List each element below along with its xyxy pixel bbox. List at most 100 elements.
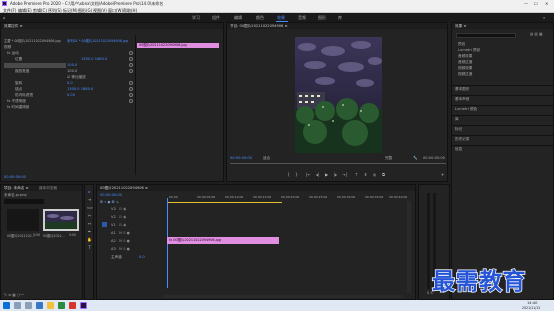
razor-tool-icon[interactable]: ✂ bbox=[87, 213, 92, 218]
go-to-in-icon[interactable]: |← bbox=[305, 172, 312, 177]
quality-dropdown[interactable]: 完整 bbox=[385, 156, 392, 161]
section-history[interactable]: 历史记录 bbox=[455, 137, 469, 142]
app-icon[interactable] bbox=[69, 302, 76, 309]
section-libraries[interactable]: 库 bbox=[455, 117, 459, 122]
folder-audio-transitions[interactable]: 音频过渡 bbox=[458, 60, 472, 65]
anti-flicker-value[interactable]: 0.00 bbox=[67, 93, 75, 97]
timeline-hscroll[interactable] bbox=[163, 295, 403, 298]
project-item-1[interactable] bbox=[7, 209, 39, 231]
track-v1[interactable]: V1 bbox=[111, 223, 116, 227]
folder-video-effects[interactable]: 视频效果 bbox=[458, 66, 472, 71]
track-a1[interactable]: A1 bbox=[111, 231, 116, 235]
mark-out-icon[interactable]: } bbox=[293, 172, 300, 177]
project-item-2[interactable] bbox=[43, 209, 79, 231]
uniform-scale-checkbox[interactable]: ☑ 等比缩放 bbox=[67, 75, 86, 80]
ripple-edit-tool-icon[interactable]: ⟺ bbox=[87, 205, 93, 210]
section-lumetri-color[interactable]: Lumetri 颜色 bbox=[455, 107, 477, 112]
time-remap-effect[interactable]: fx 时间重映射 bbox=[7, 105, 30, 110]
app-icon[interactable] bbox=[58, 302, 65, 309]
master-value[interactable]: 0.0 bbox=[139, 255, 145, 259]
workspace-learn[interactable]: 学习 bbox=[192, 15, 200, 21]
clock-date[interactable]: 2021/11/12 bbox=[522, 306, 540, 310]
effect-clip-bar[interactable]: 00图片20211022094906.jpg bbox=[137, 43, 219, 48]
scale-width-value[interactable]: 100.0 bbox=[67, 69, 77, 73]
folder-audio-effects[interactable]: 音频效果 bbox=[458, 54, 472, 59]
pen-tool-icon[interactable]: ✒ bbox=[87, 229, 92, 234]
minimize-button[interactable]: — bbox=[524, 1, 528, 6]
effects-search-input[interactable] bbox=[456, 33, 516, 38]
tab-project[interactable]: 项目: 未命名 ≡ bbox=[4, 186, 28, 191]
opacity-effect[interactable]: fx 不透明度 bbox=[7, 99, 26, 104]
task-view-icon[interactable] bbox=[25, 302, 32, 309]
start-icon[interactable] bbox=[3, 302, 10, 309]
type-tool-icon[interactable]: T bbox=[87, 245, 92, 250]
sequence-clip-label[interactable]: 序列01 * 00图片20211022094906.jpg bbox=[67, 38, 128, 43]
reset-anti-flicker-icon[interactable] bbox=[129, 93, 133, 97]
track-v3[interactable]: V3 bbox=[111, 207, 116, 211]
reset-position-icon[interactable] bbox=[129, 57, 133, 61]
track-v2[interactable]: V2 bbox=[111, 215, 116, 219]
wrench-icon[interactable]: 🔧 bbox=[413, 156, 417, 160]
program-scrubber[interactable] bbox=[230, 163, 446, 164]
search-icon[interactable]: ⌕ bbox=[543, 15, 545, 20]
folder-lumetri-presets[interactable]: Lumetri 预设 bbox=[458, 48, 480, 53]
reset-opacity-icon[interactable] bbox=[129, 99, 133, 103]
tab-effects[interactable]: 效果 ≡ bbox=[455, 24, 466, 29]
folder-video-transitions[interactable]: 视频过渡 bbox=[458, 72, 472, 77]
play-icon[interactable]: ▶ bbox=[323, 172, 330, 177]
reset-motion-icon[interactable] bbox=[129, 51, 133, 55]
folder-presets[interactable]: 预设 bbox=[458, 42, 465, 47]
tab-media-browser[interactable]: 媒体浏览器 bbox=[39, 186, 57, 191]
track-a3[interactable]: A3 bbox=[111, 247, 116, 251]
project-search-input[interactable] bbox=[4, 199, 44, 204]
section-info[interactable]: 信息 bbox=[455, 147, 462, 152]
workspace-graphics[interactable]: 图形 bbox=[318, 15, 326, 21]
slip-tool-icon[interactable]: ↔ bbox=[87, 221, 92, 226]
reset-scale-icon[interactable] bbox=[129, 63, 133, 67]
mark-in-icon[interactable]: { bbox=[285, 172, 292, 177]
rotation-value[interactable]: 0.0 bbox=[67, 81, 73, 85]
project-footer-icons[interactable]: ✎ ≡ ▦ ○── bbox=[4, 293, 24, 297]
fit-dropdown[interactable]: 适合 bbox=[263, 156, 270, 161]
go-to-out-icon[interactable]: →| bbox=[341, 172, 348, 177]
workspace-color[interactable]: 颜色 bbox=[256, 15, 264, 21]
workspace-audio[interactable]: 音频 bbox=[298, 15, 306, 21]
track-controls-a2[interactable]: M S ● bbox=[119, 239, 130, 243]
tab-program[interactable]: 节目: 00图片20211022094906 ≡ bbox=[230, 24, 287, 29]
edge-icon[interactable] bbox=[36, 302, 43, 309]
tab-effect-controls[interactable]: 效果控件 ≡ bbox=[4, 24, 23, 29]
close-button[interactable]: ✕ bbox=[545, 1, 548, 6]
selection-tool-icon[interactable]: ▸ bbox=[87, 189, 92, 194]
maximize-button[interactable]: ☐ bbox=[534, 1, 538, 6]
source-clip-label[interactable]: 主要 * 00图片20211022094906.jpg bbox=[4, 38, 61, 43]
add-button-icon[interactable]: + bbox=[439, 172, 446, 177]
clock-time[interactable]: 14:40 bbox=[527, 301, 537, 305]
track-controls-v3[interactable]: ⊡ ◉ bbox=[119, 207, 126, 211]
step-forward-icon[interactable]: |▸ bbox=[332, 172, 339, 177]
search-icon[interactable] bbox=[14, 302, 21, 309]
compare-icon[interactable]: ⧉ bbox=[380, 172, 387, 177]
track-controls-v1[interactable]: ⊡ ◉ bbox=[119, 223, 126, 227]
position-value[interactable]: 1300.0 1680.0 bbox=[81, 57, 107, 61]
step-back-icon[interactable]: ◂| bbox=[314, 172, 321, 177]
home-icon[interactable]: ⌂ bbox=[3, 15, 6, 20]
hand-tool-icon[interactable]: ✋ bbox=[87, 237, 92, 242]
motion-effect[interactable]: fx 运动 bbox=[7, 51, 19, 56]
export-frame-icon[interactable]: ◎ bbox=[371, 172, 378, 177]
track-controls-a3[interactable]: M S ● bbox=[119, 247, 130, 251]
reset-anchor-icon[interactable] bbox=[129, 87, 133, 91]
timeline-timecode[interactable]: 00:00:00:00 bbox=[100, 193, 122, 197]
lift-icon[interactable]: ⇡ bbox=[353, 172, 360, 177]
timeline-toolbar-icons[interactable]: ⊞ ⌁ ◆ ⚙ ↘ bbox=[100, 200, 119, 204]
extract-icon[interactable]: ⇞ bbox=[362, 172, 369, 177]
track-a2[interactable]: A2 bbox=[111, 239, 116, 243]
timeline-vscroll[interactable] bbox=[407, 201, 411, 293]
reset-rotation-icon[interactable] bbox=[129, 81, 133, 85]
scale-value[interactable]: 100.0 bbox=[67, 63, 77, 67]
workspace-editing[interactable]: 编辑 bbox=[234, 15, 242, 21]
tab-timeline[interactable]: 00图片20211022094906 ≡ bbox=[100, 186, 148, 191]
track-select-tool-icon[interactable]: ⇥ bbox=[87, 197, 92, 202]
section-essential-sound[interactable]: 基本声音 bbox=[455, 97, 469, 102]
timeline-clip[interactable]: fx 00图片20211022094906.jpg bbox=[167, 237, 279, 244]
work-area-bar[interactable] bbox=[167, 202, 282, 203]
